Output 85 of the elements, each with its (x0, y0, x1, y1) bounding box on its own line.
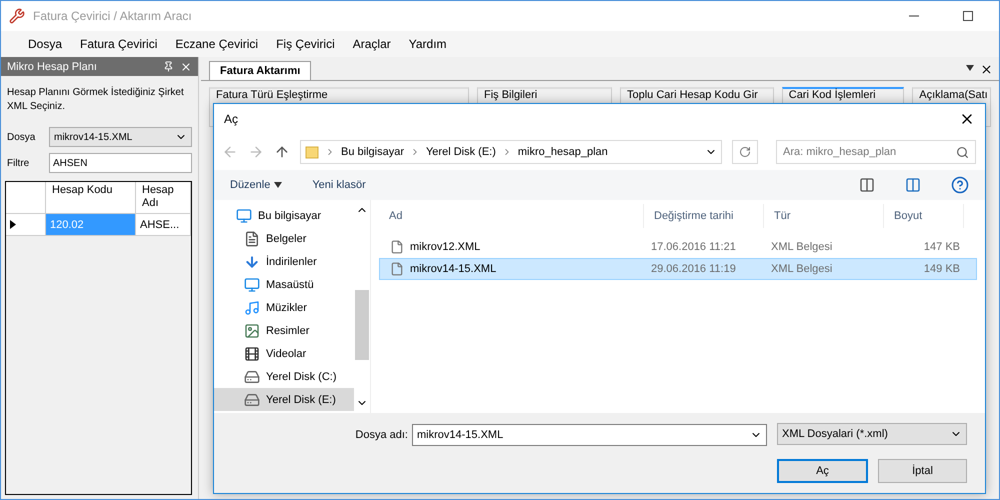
dialog-title: Aç (224, 112, 238, 126)
new-folder-button[interactable]: Yeni klasör (312, 179, 366, 191)
filename-field[interactable]: mikrov14-15.XML (412, 424, 767, 446)
file-date: 17.06.2016 11:21 (650, 241, 737, 253)
file-type: XML Belgesi (770, 241, 834, 253)
table-cell: 120.02 (46, 214, 136, 236)
nav-item[interactable]: Bu bilgisayar (214, 204, 354, 227)
column-header[interactable]: Değiştirme tarihi (644, 204, 764, 228)
drive-icon (244, 368, 260, 384)
nav-item[interactable]: Resimler (214, 319, 354, 342)
refresh-button[interactable] (732, 140, 758, 164)
nav-item[interactable]: Yerel Disk (C:) (214, 365, 354, 388)
file-date: 29.06.2016 11:19 (650, 263, 737, 275)
maximize-icon[interactable] (963, 11, 973, 21)
column-header: Hesap Adı (136, 182, 191, 214)
help-icon[interactable] (951, 176, 969, 194)
file-type-dropdown[interactable]: XML Dosyalari (*.xml) (777, 423, 967, 445)
file-size: 147 KB (922, 241, 960, 253)
pin-icon[interactable] (163, 61, 174, 72)
wrench-icon (9, 8, 25, 24)
hint-text: Hesap Planını Görmek İstediğiniz Şirket XML Seçiniz. (7, 86, 185, 113)
filter-field[interactable]: AHSEN (49, 153, 192, 173)
scrollbar-thumb[interactable] (355, 290, 369, 360)
address-bar[interactable]: Bu bilgisayar Yerel Disk (E:) mikro_hesap_plan (300, 140, 722, 164)
row-pointer-icon (10, 220, 16, 229)
column-header[interactable]: Ad (379, 204, 644, 228)
nav-item[interactable]: Videolar (214, 342, 354, 365)
file-size: 149 KB (922, 263, 960, 275)
file-row[interactable]: mikrov12.XML 17.06.2016 11:21 XML Belgesi 147 KB (379, 236, 977, 258)
menu-item[interactable]: Fiş Çevirici (267, 37, 344, 51)
film-icon (244, 346, 260, 362)
file-name: mikrov12.XML (410, 241, 480, 253)
nav-item[interactable]: Belgeler (214, 227, 354, 250)
window-title: Fatura Çevirici / Aktarım Aracı (33, 9, 193, 23)
menu-item[interactable]: Eczane Çevirici (166, 37, 268, 51)
path-segment[interactable]: Bu bilgisayar (341, 146, 404, 158)
table-cell: AHSE... (136, 214, 191, 236)
field-label: Filtre (7, 158, 30, 168)
group-title: Cari Kod İşlemleri (786, 89, 878, 101)
drive-icon (244, 392, 260, 408)
menu-item[interactable]: Dosya (19, 37, 72, 51)
document-icon (244, 230, 260, 246)
caret-icon[interactable] (274, 182, 282, 188)
group-title: Fatura Türü Eşleştirme (214, 89, 330, 101)
nav-item[interactable]: Masaüstü (214, 273, 354, 296)
document-tab[interactable]: Fatura Aktarımı (209, 61, 312, 80)
search-field[interactable]: Ara: mikro_hesap_plan (776, 140, 976, 164)
group-title: Fiş Bilgileri (482, 89, 540, 101)
refresh-icon (739, 146, 751, 158)
menu-item[interactable]: Fatura Çevirici (71, 37, 166, 51)
file-dropdown[interactable]: mikrov14-15.XML (49, 127, 192, 147)
download-icon (244, 254, 260, 270)
file-icon (390, 240, 404, 254)
panel-title: Mikro Hesap Planı (7, 60, 98, 72)
group-title: Açıklama(Satı (917, 89, 990, 101)
image-icon (244, 322, 260, 338)
menu-item[interactable]: Yardım (400, 37, 456, 51)
column-header[interactable]: Tür (764, 204, 884, 228)
group-title: Toplu Cari Hesap Kodu Gir (625, 89, 760, 101)
menu-item[interactable]: Araçlar (344, 37, 400, 51)
file-name: mikrov14-15.XML (410, 263, 496, 275)
dropdown-icon[interactable] (966, 65, 974, 71)
path-segment[interactable]: Yerel Disk (E:) (426, 146, 496, 158)
desktop-icon (244, 276, 260, 292)
preview-pane-icon[interactable] (905, 177, 921, 193)
open-button[interactable]: Aç (777, 459, 868, 483)
nav-item[interactable]: Müzikler (214, 296, 354, 319)
nav-item[interactable]: İndirilenler (214, 250, 354, 273)
view-options-icon[interactable] (859, 177, 875, 193)
cancel-button[interactable]: İptal (878, 459, 967, 483)
column-header: Hesap Kodu (46, 182, 136, 214)
organize-button[interactable]: Düzenle (230, 179, 282, 191)
folder-icon (305, 145, 319, 159)
close-icon[interactable] (980, 63, 993, 76)
music-note-icon (244, 300, 260, 316)
column-header[interactable]: Boyut (884, 204, 964, 228)
file-type: XML Belgesi (770, 263, 834, 275)
file-row[interactable]: mikrov14-15.XML 29.06.2016 11:19 XML Belgesi 149 KB (379, 258, 977, 280)
field-label: Dosya (7, 132, 36, 142)
up-icon[interactable] (274, 144, 290, 160)
nav-item[interactable]: Yerel Disk (E:) (214, 388, 354, 411)
computer-icon (236, 208, 252, 224)
path-segment[interactable]: mikro_hesap_plan (518, 146, 608, 158)
field-label: Dosya adı: (355, 429, 408, 441)
file-icon (390, 262, 404, 276)
